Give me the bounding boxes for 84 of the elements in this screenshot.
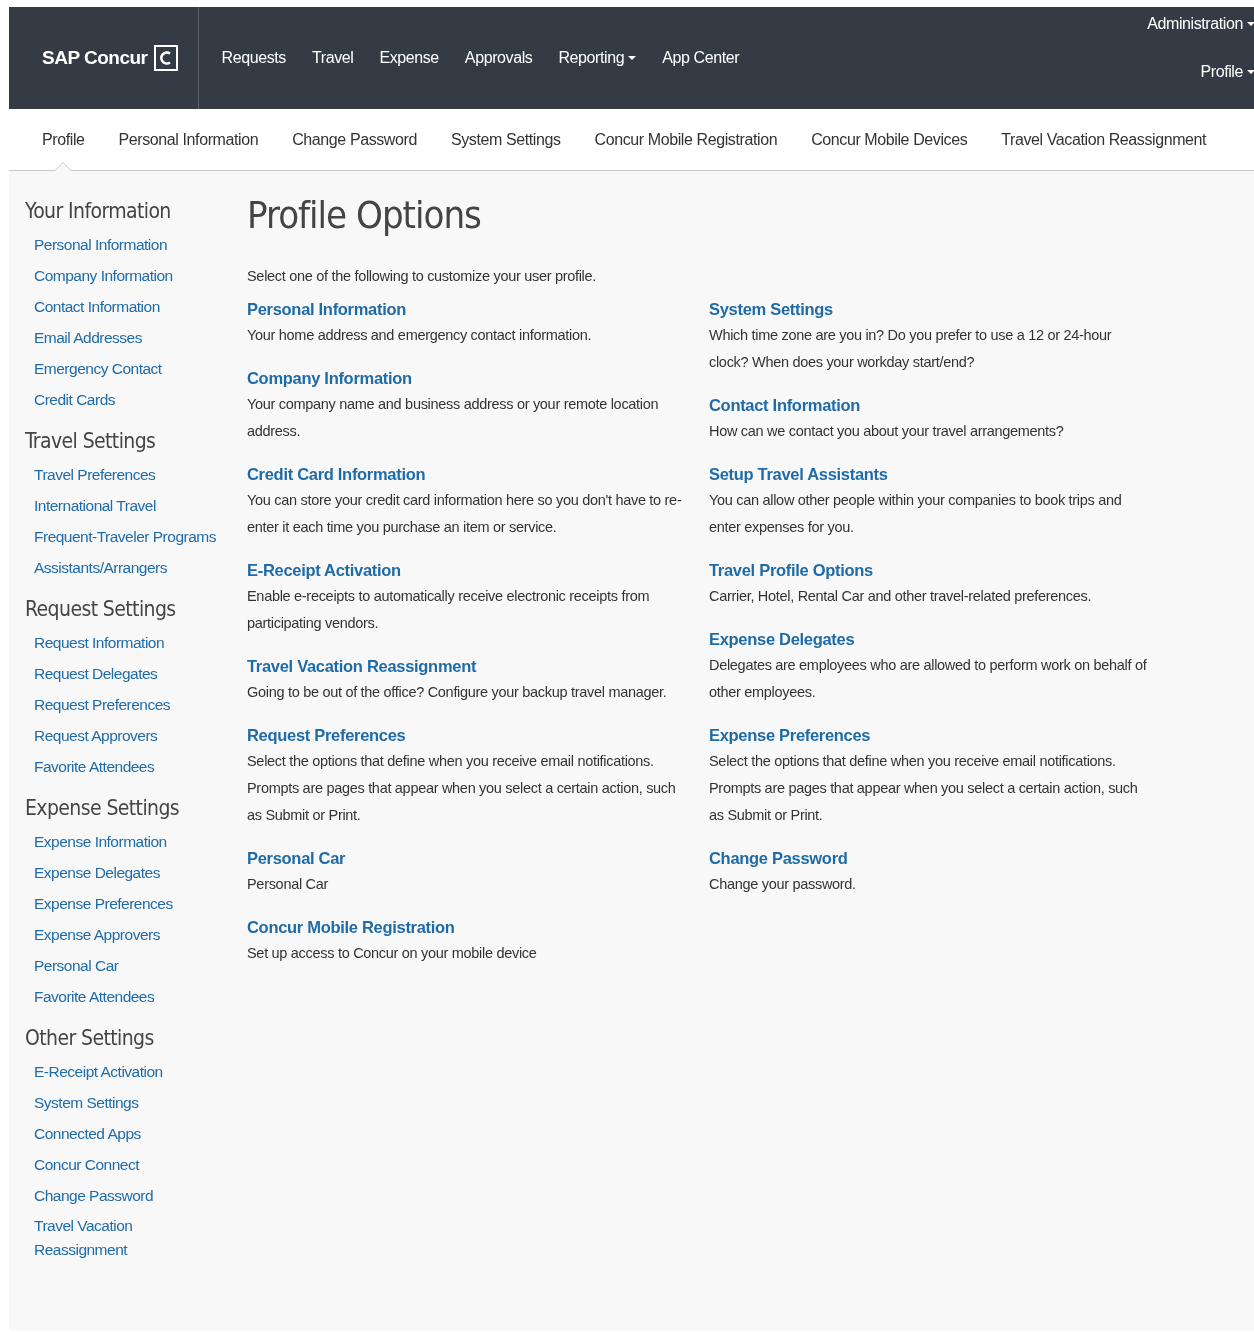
sidebar-link[interactable]: Contact Information (34, 298, 160, 315)
nav-link[interactable]: Reporting (545, 49, 650, 67)
nav-link[interactable]: Expense (366, 49, 452, 67)
caret-icon (1247, 69, 1254, 75)
sidebar-link[interactable]: International Travel (34, 497, 156, 514)
sidebar-link[interactable]: Email Addresses (34, 329, 142, 346)
option-link[interactable]: Personal Information (247, 296, 687, 322)
option-link[interactable]: Change Password (709, 845, 1149, 871)
sidebar-link[interactable]: Favorite Attendees (34, 988, 155, 1005)
logo-text: SAP Concur (42, 47, 148, 69)
option-description: You can allow other people within your companies to book trips and enter expenses for you. (709, 491, 1123, 537)
sidebar-link[interactable]: E-Receipt Activation (34, 1063, 163, 1080)
page-title: Profile Options (247, 193, 482, 237)
option-description: Personal Car (247, 875, 330, 894)
option-description: You can store your credit card information here so you don't have to re-enter it each time you purchase an item or service. (247, 491, 683, 537)
logo-icon (153, 45, 178, 71)
sidebar-link[interactable]: Credit Cards (34, 391, 115, 408)
nav-link[interactable]: Profile (1187, 63, 1254, 81)
option-description: Set up access to Concur on your mobile device (247, 944, 538, 963)
nav-link[interactable]: Travel (298, 49, 367, 67)
option-link[interactable]: Travel Vacation Reassignment (247, 653, 687, 679)
tab[interactable]: System Settings (433, 109, 578, 170)
sidebar-link[interactable]: Concur Connect (34, 1156, 139, 1173)
nav-link[interactable]: Approvals (451, 49, 546, 67)
option-description: Enable e-receipts to automatically receive electronic receipts from participating vendors. (247, 587, 651, 633)
tab[interactable]: Travel Vacation Reassignment (984, 109, 1224, 170)
sidebar-link[interactable]: Personal Car (34, 957, 119, 974)
option-link[interactable]: Credit Card Information (247, 461, 687, 487)
option-link[interactable]: Company Information (247, 365, 687, 391)
sidebar-link[interactable]: Request Preferences (34, 696, 171, 713)
section-heading: Your Information (25, 199, 172, 223)
sidebar-link[interactable]: Travel Preferences (34, 466, 156, 483)
section-heading: Travel Settings (25, 429, 157, 453)
option-link[interactable]: Expense Delegates (709, 626, 1149, 652)
sidebar-link[interactable]: System Settings (34, 1094, 139, 1111)
option-link[interactable]: Personal Car (247, 845, 687, 871)
section-heading: Request Settings (25, 597, 177, 621)
sidebar-link[interactable]: Travel Vacation Reassignment (34, 1214, 144, 1262)
option-link[interactable]: Contact Information (709, 392, 1149, 418)
option-link[interactable]: Request Preferences (247, 722, 687, 748)
sidebar-link[interactable]: Frequent-Traveler Programs (34, 528, 216, 545)
option-link[interactable]: Travel Profile Options (709, 557, 1149, 583)
tab[interactable]: Personal Information (101, 109, 276, 170)
sidebar-link[interactable]: Personal Information (34, 236, 168, 253)
option-description: Carrier, Hotel, Rental Car and other travel-related preferences. (709, 587, 1093, 606)
sidebar-link[interactable]: Expense Approvers (34, 926, 160, 943)
sidebar-link[interactable]: Request Approvers (34, 727, 158, 744)
option-description: Your home address and emergency contact information. (247, 326, 593, 345)
intro-text: Select one of the following to customize your user profile. (247, 267, 598, 286)
option-description: Change your password. (709, 875, 857, 894)
sidebar-link[interactable]: Request Delegates (34, 665, 158, 682)
option-description: Select the options that define when you receive email notifications. Prompts are pages that appear when you select a certain action, such as Submit or Print. (709, 752, 1139, 825)
option-link[interactable]: Setup Travel Assistants (709, 461, 1149, 487)
sidebar-link[interactable]: Favorite Attendees (34, 758, 155, 775)
option-link[interactable]: System Settings (709, 296, 1149, 322)
option-link[interactable]: Concur Mobile Registration (247, 914, 687, 940)
nav-link[interactable]: Requests (208, 49, 299, 67)
option-description: How can we contact you about your travel arrangements? (709, 422, 1065, 441)
option-link[interactable]: E-Receipt Activation (247, 557, 687, 583)
tab[interactable]: Profile (25, 109, 102, 170)
section-heading: Expense Settings (25, 796, 181, 820)
option-link[interactable]: Expense Preferences (709, 722, 1149, 748)
sidebar-link[interactable]: Emergency Contact (34, 360, 162, 377)
section-heading: Other Settings (25, 1026, 155, 1050)
sidebar-link[interactable]: Request Information (34, 634, 165, 651)
sidebar-link[interactable]: Expense Preferences (34, 895, 173, 912)
option-description: Your company name and business address or your remote location address. (247, 395, 660, 441)
sidebar-link[interactable]: Expense Information (34, 833, 167, 850)
option-description: Select the options that define when you receive email notifications. Prompts are pages that appear when you select a certain action, such as Submit or Print. (247, 752, 677, 825)
caret-icon (628, 55, 637, 61)
sidebar-link[interactable]: Expense Delegates (34, 864, 160, 881)
tab[interactable]: Concur Mobile Devices (794, 109, 985, 170)
sidebar-link[interactable]: Connected Apps (34, 1125, 141, 1142)
sidebar-link[interactable]: Company Information (34, 267, 173, 284)
option-description: Delegates are employees who are allowed to perform work on behalf of other employees. (709, 656, 1148, 702)
tab[interactable]: Concur Mobile Registration (577, 109, 795, 170)
caret-icon (1247, 21, 1254, 27)
tab[interactable]: Change Password (275, 109, 434, 170)
sidebar-link[interactable]: Change Password (34, 1187, 154, 1204)
sidebar-link[interactable]: Assistants/Arrangers (34, 559, 167, 576)
nav-link[interactable]: App Center (649, 49, 753, 67)
nav-link[interactable]: Administration (1134, 15, 1254, 33)
option-description: Which time zone are you in? Do you prefer to use a 12 or 24-hour clock? When does your workday start/end? (709, 326, 1113, 372)
option-description: Going to be out of the office? Configure your backup travel manager. (247, 683, 668, 702)
